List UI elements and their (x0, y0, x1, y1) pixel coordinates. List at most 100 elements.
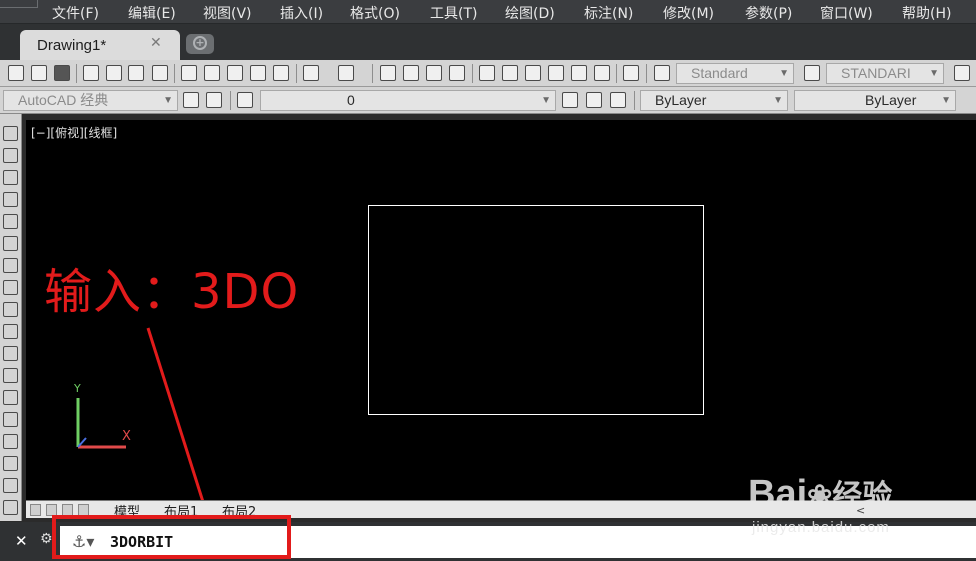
menu-window[interactable]: 窗口(W) (820, 3, 873, 23)
design-center-icon[interactable] (502, 65, 518, 81)
menu-help[interactable]: 帮助(H) (902, 3, 951, 23)
insert-block-icon[interactable] (3, 368, 18, 383)
toolbar-separator (230, 91, 231, 110)
menu-tools[interactable]: 工具(T) (430, 3, 477, 23)
table-style-icon[interactable] (954, 65, 970, 81)
publish-icon[interactable] (152, 65, 168, 81)
point-icon[interactable] (3, 412, 18, 427)
ucs-x-label: X (122, 429, 131, 444)
table-icon[interactable] (3, 500, 18, 515)
polygon-icon[interactable] (3, 192, 18, 207)
wrench-icon[interactable]: ⚙ (40, 531, 53, 547)
layer-properties-icon[interactable] (237, 92, 253, 108)
hatch-icon[interactable] (3, 434, 18, 449)
text-style-select[interactable]: Standard ▼ (676, 63, 794, 84)
calculator-icon[interactable] (594, 65, 610, 81)
plot-icon[interactable] (128, 65, 144, 81)
paw-icon: ❀ (807, 480, 833, 513)
tool-palettes-icon[interactable] (525, 65, 541, 81)
watermark-url: jingyan.baidu.com (752, 519, 890, 536)
plus-icon: + (193, 36, 207, 50)
polyline-icon[interactable] (3, 170, 18, 185)
linetype-select[interactable]: ByLayer ▼ (794, 90, 956, 111)
color-select[interactable]: ByLayer ▼ (640, 90, 788, 111)
workspace-select[interactable]: AutoCAD 经典 ▼ (3, 90, 178, 111)
arc-icon[interactable] (3, 236, 18, 251)
print-preview-icon[interactable] (106, 65, 122, 81)
markup-icon[interactable] (571, 65, 587, 81)
layer-select[interactable]: 0 ▼ (260, 90, 556, 111)
dim-style-value: STANDARI (841, 65, 911, 81)
first-tab-icon[interactable] (30, 504, 41, 516)
toolbar-separator (616, 64, 617, 83)
toolbar-separator (634, 91, 635, 110)
menu-parametric[interactable]: 参数(P) (745, 3, 792, 23)
make-current-layer-icon[interactable] (562, 92, 578, 108)
dim-style-select[interactable]: STANDARI ▼ (826, 63, 944, 84)
zoom-previous-icon[interactable] (449, 65, 465, 81)
copy-icon[interactable] (204, 65, 220, 81)
text-style-icon[interactable] (654, 65, 670, 81)
block-editor-icon[interactable] (273, 65, 289, 81)
app-logo[interactable] (0, 0, 38, 8)
layer-state-icon[interactable] (610, 92, 626, 108)
cut-icon[interactable] (181, 65, 197, 81)
sheet-set-icon[interactable] (548, 65, 564, 81)
construction-line-icon[interactable] (3, 148, 18, 163)
menu-edit[interactable]: 编辑(E) (128, 3, 176, 23)
new-file-icon[interactable] (8, 65, 24, 81)
region-icon[interactable] (3, 478, 18, 493)
toolbar-separator (76, 64, 77, 83)
document-tab-strip: Drawing1* ✕ + (0, 24, 976, 60)
tab-label: Drawing1* (37, 37, 107, 54)
make-block-icon[interactable] (3, 390, 18, 405)
new-tab-button[interactable]: + (186, 34, 214, 54)
toolbar-separator (296, 64, 297, 83)
redo-icon[interactable] (338, 65, 354, 81)
workspace-settings-icon[interactable] (206, 92, 222, 108)
highlight-box (52, 515, 291, 559)
open-folder-icon[interactable] (31, 65, 47, 81)
menu-insert[interactable]: 插入(I) (280, 3, 323, 23)
gradient-icon[interactable] (3, 456, 18, 471)
tab-drawing1[interactable]: Drawing1* ✕ (20, 30, 180, 60)
dim-style-icon[interactable] (804, 65, 820, 81)
zoom-window-icon[interactable] (426, 65, 442, 81)
revision-cloud-icon[interactable] (3, 280, 18, 295)
baidu-watermark: Bai❀经验 jingyan.baidu.com (748, 455, 968, 545)
menu-view[interactable]: 视图(V) (203, 3, 252, 23)
save-icon[interactable] (54, 65, 70, 81)
help-icon[interactable] (623, 65, 639, 81)
layer-previous-icon[interactable] (586, 92, 602, 108)
paste-icon[interactable] (227, 65, 243, 81)
menu-file[interactable]: 文件(F) (52, 3, 99, 23)
rectangle-icon[interactable] (3, 214, 18, 229)
chevron-down-icon: ▼ (929, 68, 939, 79)
pan-icon[interactable] (380, 65, 396, 81)
toolbar-separator (174, 64, 175, 83)
menu-dimension[interactable]: 标注(N) (584, 3, 633, 23)
chevron-down-icon: ▼ (941, 95, 951, 106)
watermark-brand: Bai❀经验 (748, 473, 893, 515)
layer-value: 0 (347, 92, 355, 108)
zoom-realtime-icon[interactable] (403, 65, 419, 81)
menu-format[interactable]: 格式(O) (350, 3, 400, 23)
chevron-down-icon: ▼ (779, 68, 789, 79)
properties-icon[interactable] (479, 65, 495, 81)
draw-toolbar (0, 114, 22, 521)
print-icon[interactable] (83, 65, 99, 81)
gear-icon[interactable] (183, 92, 199, 108)
color-value: ByLayer (655, 92, 707, 108)
close-icon[interactable]: ✕ (15, 532, 28, 550)
undo-icon[interactable] (303, 65, 319, 81)
ellipse-icon[interactable] (3, 324, 18, 339)
menu-modify[interactable]: 修改(M) (663, 3, 714, 23)
drawing-viewport[interactable]: [−][俯视][线框] 输入：3DO Y X (26, 120, 976, 500)
spline-icon[interactable] (3, 302, 18, 317)
circle-icon[interactable] (3, 258, 18, 273)
line-icon[interactable] (3, 126, 18, 141)
menu-draw[interactable]: 绘图(D) (505, 3, 555, 23)
ellipse-arc-icon[interactable] (3, 346, 18, 361)
close-icon[interactable]: ✕ (150, 35, 162, 51)
match-properties-icon[interactable] (250, 65, 266, 81)
